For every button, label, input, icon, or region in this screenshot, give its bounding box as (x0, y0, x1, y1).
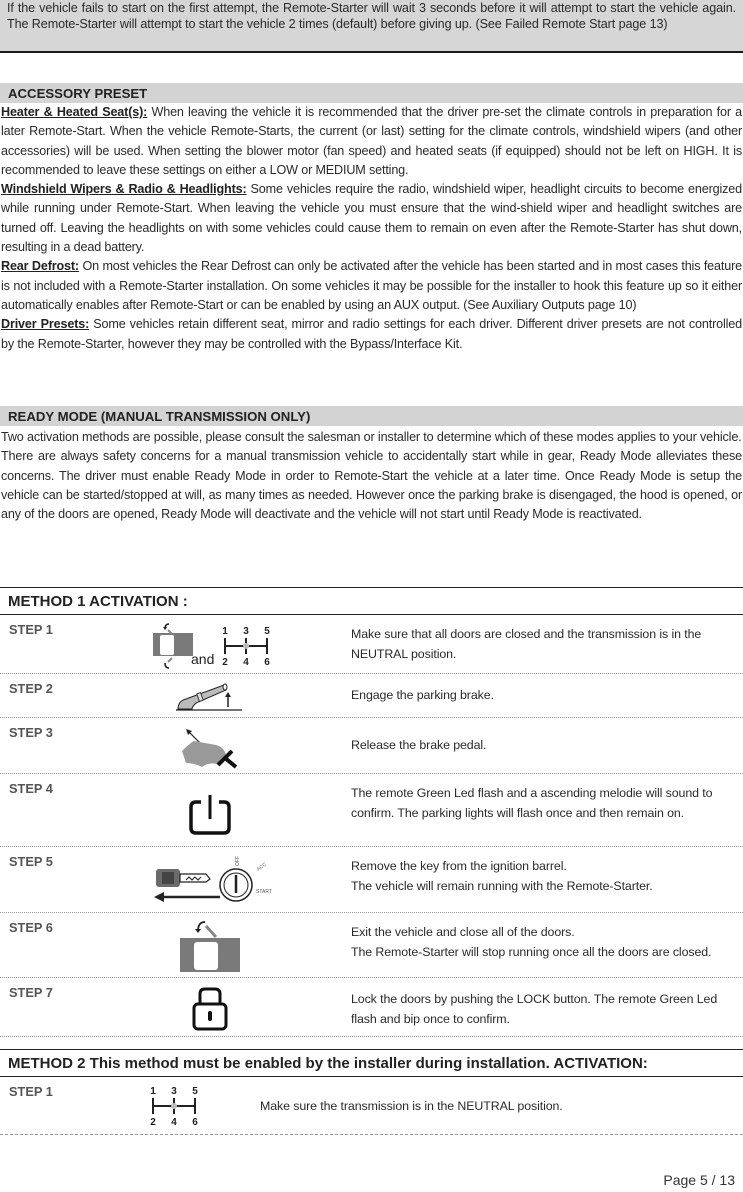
method2-activation: ACTIVATION: (553, 1055, 648, 1072)
door-close-icon (178, 918, 244, 979)
step-label: STEP 7 (9, 985, 53, 1000)
gear-label: 2 (150, 1117, 156, 1128)
ignition-off-label: OFF (235, 856, 241, 866)
key-ignition-remove-icon: OFF ACC START (150, 855, 280, 914)
page-number: Page 5 / 13 (663, 1172, 735, 1188)
step-label: STEP 3 (9, 725, 53, 740)
power-button-icon (187, 792, 233, 841)
gear-label: 4 (243, 657, 249, 668)
step-line: Exit the vehicle and close all of the do… (351, 925, 575, 939)
method2-step-1: STEP 1 1 3 5 2 4 6 Make sure the transmi… (0, 1077, 743, 1135)
gear-neutral-icon: 1 3 5 2 4 6 (220, 623, 272, 674)
step-label: STEP 5 (9, 854, 53, 869)
gear-label: 1 (150, 1086, 156, 1097)
driver-presets-text: Some vehicles retain different seat, mir… (1, 317, 742, 351)
step-description: Lock the doors by pushing the LOCK butto… (351, 992, 718, 1026)
ready-mode-body: Two activation methods are possible, ple… (0, 428, 743, 524)
gear-label: 6 (264, 657, 270, 668)
accessory-preset-heading: ACCESSORY PRESET (0, 83, 743, 103)
defrost-paragraph: Rear Defrost: On most vehicles the Rear … (1, 257, 742, 315)
step-label: STEP 4 (9, 781, 53, 796)
defrost-text: On most vehicles the Rear Defrost can on… (1, 259, 742, 312)
method1-step-4: STEP 4 The remote Green Led flash and a … (0, 774, 743, 847)
gear-label: 2 (222, 657, 228, 668)
method1-heading: METHOD 1 ACTIVATION : (0, 587, 743, 615)
step-line: Remove the key from the ignition barrel. (351, 859, 567, 873)
wipers-paragraph: Windshield Wipers & Radio & Headlights: … (1, 180, 742, 257)
heater-lead: Heater & Heated Seat(s): (1, 105, 148, 119)
step-description: Make sure that all doors are closed and … (351, 627, 702, 661)
defrost-lead: Rear Defrost: (1, 259, 79, 274)
method1-step-2: STEP 2 Engage the parking brake. (0, 674, 743, 718)
step-label: STEP 1 (9, 622, 53, 637)
method2-heading: METHOD 2 This method must be enabled by … (0, 1049, 743, 1077)
step-label: STEP 2 (9, 681, 53, 696)
wipers-lead: Windshield Wipers & Radio & Headlights: (1, 182, 247, 197)
ignition-acc-label: ACC (256, 861, 268, 872)
method2-subtitle: This method must be enabled by the insta… (85, 1055, 554, 1072)
gear-label: 3 (243, 626, 249, 637)
gear-label: 3 (171, 1086, 177, 1097)
gear-label: 5 (264, 626, 270, 637)
and-label: and (191, 651, 215, 667)
gear-label: 4 (171, 1117, 177, 1128)
ready-mode-heading: READY MODE (MANUAL TRANSMISSION ONLY) (0, 406, 743, 426)
method2-title: METHOD 2 (8, 1055, 86, 1072)
step-line: The vehicle will remain running with the… (351, 878, 653, 893)
driver-presets-paragraph: Driver Presets: Some vehicles retain dif… (1, 315, 742, 354)
failed-start-note-text: If the vehicle fails to start on the fir… (7, 1, 736, 31)
method1-step-1: STEP 1 and 1 3 5 2 4 6 Make sure that al… (0, 615, 743, 674)
ready-mode-para-2: There are always safety concerns for a m… (1, 449, 742, 522)
method1-step-3: STEP 3 Release the brake pedal. (0, 718, 743, 774)
step-description: Release the brake pedal. (351, 738, 487, 752)
step-description: Exit the vehicle and close all of the do… (351, 923, 731, 962)
gear-label: 5 (192, 1086, 198, 1097)
gear-label: 1 (222, 626, 228, 637)
step-description: Engage the parking brake. (351, 688, 494, 702)
failed-start-note: If the vehicle fails to start on the fir… (0, 0, 743, 53)
brake-pedal-release-icon (180, 723, 242, 776)
method1-step-6: STEP 6 Exit the vehicle and close all of… (0, 913, 743, 978)
lock-icon (191, 986, 229, 1037)
method1-step-5: STEP 5 OFF ACC START Remove the key from… (0, 847, 743, 913)
ready-mode-para-1: Two activation methods are possible, ple… (1, 430, 742, 444)
step-label: STEP 6 (9, 920, 53, 935)
step-label: STEP 1 (9, 1084, 53, 1099)
method1-step-7: STEP 7 Lock the doors by pushing the LOC… (0, 978, 743, 1037)
heater-paragraph: Heater & Heated Seat(s): When leaving th… (1, 103, 742, 180)
step-description: The remote Green Led flash and a ascendi… (351, 786, 713, 820)
step-line: The Remote-Starter will stop running onc… (351, 944, 712, 959)
step-description: Make sure the transmission is in the NEU… (260, 1099, 563, 1113)
driver-presets-lead: Driver Presets: (1, 317, 90, 332)
step-description: Remove the key from the ignition barrel.… (351, 857, 731, 896)
door-closed-icon (150, 620, 195, 675)
parking-brake-icon (174, 679, 244, 718)
gear-label: 6 (192, 1117, 198, 1128)
gear-neutral-icon: 1 3 5 2 4 6 (148, 1083, 200, 1134)
accessory-preset-body: Heater & Heated Seat(s): When leaving th… (0, 103, 743, 354)
ignition-start-label: START (256, 889, 272, 895)
